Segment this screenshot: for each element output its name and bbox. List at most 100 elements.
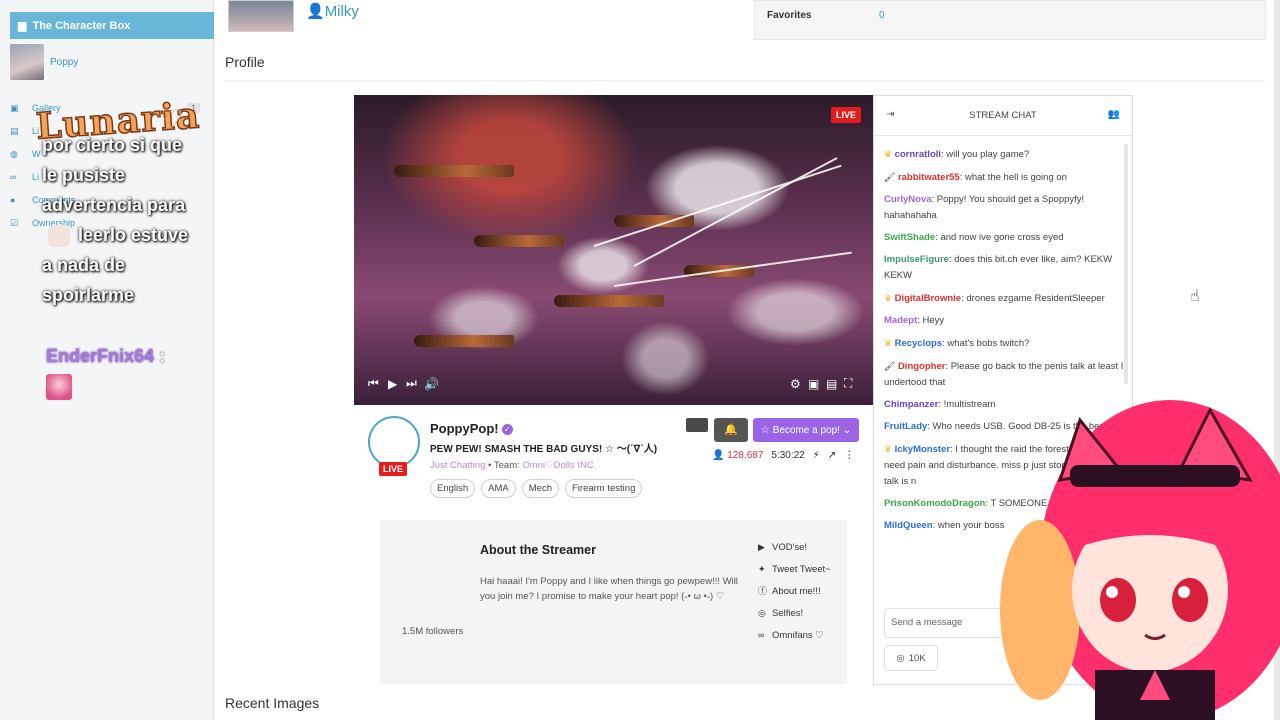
tag[interactable]: English: [430, 479, 476, 498]
chat-text: : will you play game?: [941, 149, 1030, 160]
tweet-link[interactable]: ✦ Tweet Tweet~: [758, 562, 846, 577]
streamer-avatar[interactable]: [368, 416, 420, 468]
chat-text: : what's bobs twitch?: [942, 338, 1030, 349]
about-me-link[interactable]: ⓕ About me!!!: [758, 584, 846, 599]
overlay-message: por cierto si que le pusiste advertencia…: [42, 130, 212, 310]
crown-icon: ♛: [884, 149, 895, 159]
viewer-count: 👤 128,687: [712, 450, 763, 461]
chat-username[interactable]: SwiftShade: [884, 232, 935, 243]
settings-icon[interactable]: ⚙: [790, 377, 801, 391]
team-link[interactable]: Omni♡Dolls INC.: [522, 460, 596, 471]
chat-username[interactable]: ImpulseFigure: [884, 254, 949, 265]
theater-icon[interactable]: ▣: [808, 377, 819, 391]
vtuber-eye: [1172, 578, 1208, 622]
chat-message: Madept: Heyy: [884, 313, 1124, 329]
overlay-line: spoirlarme: [42, 285, 135, 305]
sidebar-character[interactable]: Poppy: [10, 44, 78, 80]
mouse-cursor-icon: ☝: [1190, 288, 1200, 305]
streamer-live-badge: LIVE: [379, 462, 408, 476]
sidebar-header[interactable]: ▆ The Character Box: [10, 12, 214, 39]
chat-username[interactable]: DigitalBrownie: [895, 293, 962, 304]
chat-username[interactable]: PrisonKomodoDragon: [884, 498, 985, 509]
brush-icon: 🖌: [884, 172, 898, 182]
username-link[interactable]: 👤Milky: [306, 2, 359, 20]
chat-username[interactable]: Madept: [884, 315, 917, 326]
stream-stats: 👤 128,687 5:30:22 ⚡ ↗ ⋮: [712, 450, 854, 461]
chat-message: 🖌 rabbitwater55: what the hell is going …: [884, 169, 1124, 186]
play-icon[interactable]: ▶: [388, 377, 397, 391]
fullscreen-icon[interactable]: ⛶: [844, 376, 852, 391]
about-text: Hai haaai! I'm Poppy and I like when thi…: [480, 576, 738, 602]
profile-heading: Profile: [225, 54, 265, 70]
chat-text: : !multistream: [938, 399, 996, 410]
chat-username[interactable]: Recyclops: [895, 338, 943, 349]
become-pop-button[interactable]: ☆ Become a pop! ⌄: [753, 418, 859, 442]
about-panel: About the Streamer Hai haaai! I'm Poppy …: [380, 520, 847, 684]
chat-text: : what the hell is going on: [959, 172, 1067, 183]
verified-icon: ✓: [501, 424, 513, 436]
chat-username[interactable]: Chimpanzer: [884, 399, 938, 410]
chat-scrollbar[interactable]: [1124, 144, 1128, 384]
chat-message: ♛ cornratloli: will you play game?: [884, 146, 1124, 163]
list-icon: ▤: [10, 125, 19, 136]
brush-icon: 🖌: [884, 361, 898, 371]
video-player[interactable]: LIVE ⏮ ▶ ⏭ 🔊 ⚙ ▣ ▤ ⛶: [354, 95, 873, 405]
lightning-icon[interactable]: ⚡: [813, 450, 820, 461]
become-pop-label: Become a pop!: [772, 424, 840, 436]
chevron-down-icon: ⌄: [842, 424, 852, 436]
link-label: VOD'se!: [772, 542, 808, 553]
tag[interactable]: Mech: [521, 479, 559, 498]
chat-text: : Heyy: [917, 315, 945, 326]
notify-button[interactable]: 🔔: [714, 418, 748, 442]
stream-category: Just Chatting • Team: Omni♡Dolls INC.: [430, 460, 596, 471]
skip-back-icon[interactable]: ⏮: [368, 376, 379, 391]
stream-title: PEW PEW! SMASH THE BAD GUYS! ☆ 〜(ˊ∇ˋ人): [430, 444, 658, 455]
team-prefix: • Team:: [485, 460, 523, 471]
chat-text: : drones ezgame ResidentSleeper: [961, 293, 1105, 304]
stream-tags: English AMA Mech Firearm testing: [430, 479, 643, 498]
user-icon: 👤: [306, 3, 325, 20]
chat-username[interactable]: rabbitwater55: [898, 172, 960, 183]
streamer-name[interactable]: PoppyPop! ✓: [430, 421, 513, 436]
users-icon[interactable]: 👥: [1108, 109, 1120, 120]
sidebar-item-label: Li: [32, 171, 40, 182]
instagram-icon: ◎: [758, 608, 766, 618]
overlay-line: por cierto si que: [42, 135, 183, 155]
tag[interactable]: AMA: [481, 479, 516, 498]
chat-message: CurlyNova: Poppy! You should get a Spopp…: [884, 192, 1124, 224]
omnifans-link[interactable]: ∞ Omnifans ♡: [758, 628, 846, 643]
link-label: About me!!!: [772, 586, 821, 597]
vod-link[interactable]: ▶ VOD'se!: [758, 540, 846, 555]
video-ship: [394, 165, 514, 177]
chat-username[interactable]: MildQueen: [884, 520, 933, 531]
chat-username[interactable]: cornratloli: [895, 149, 941, 160]
points-icon: ◎: [896, 652, 905, 664]
paw-emote-icon: [48, 225, 70, 248]
overlay-username: EnderFnix64 :: [46, 346, 165, 367]
crown-icon: ♛: [884, 338, 895, 348]
selfies-link[interactable]: ◎ Selfies!: [758, 606, 846, 621]
stats-box: Favorites 0: [754, 0, 1266, 40]
more-icon[interactable]: ⋮: [844, 450, 854, 461]
chat-username[interactable]: CurlyNova: [884, 194, 932, 205]
tag[interactable]: Firearm testing: [565, 479, 643, 498]
overlay-line-text: leerlo estuve: [78, 225, 189, 245]
pip-icon[interactable]: ▤: [826, 377, 837, 391]
channel-points-button[interactable]: ◎ 10K: [884, 645, 938, 671]
category-link[interactable]: Just Chatting: [430, 460, 485, 471]
chat-username[interactable]: FruitLady: [884, 421, 927, 432]
character-name: Poppy: [50, 56, 79, 68]
video-ship: [554, 295, 664, 307]
chat-username[interactable]: IckyMonster: [895, 444, 950, 455]
chat-message: ♛ DigitalBrownie: drones ezgame Resident…: [884, 290, 1124, 307]
skip-forward-icon[interactable]: ⏭: [406, 376, 417, 391]
chat-username[interactable]: Dingopher: [898, 361, 946, 372]
overlay-line: a nada de: [42, 255, 126, 275]
link-label: Selfies!: [772, 608, 804, 619]
share-icon[interactable]: ↗: [828, 450, 836, 461]
favorites-value[interactable]: 0: [879, 10, 885, 21]
chat-message: ♛ Recyclops: what's bobs twitch?: [884, 335, 1124, 352]
gray-button[interactable]: [686, 418, 708, 432]
volume-icon[interactable]: 🔊: [424, 377, 439, 391]
crown-icon: ♛: [884, 444, 895, 454]
